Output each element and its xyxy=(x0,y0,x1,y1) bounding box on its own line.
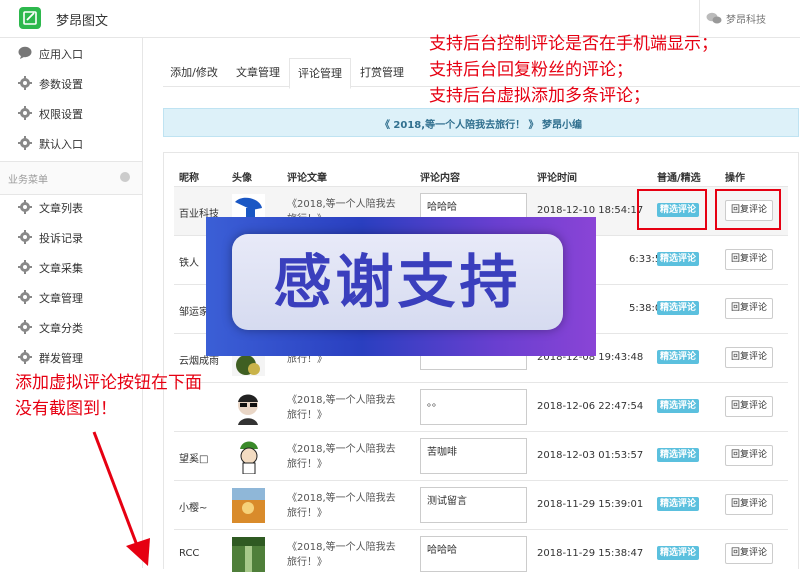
column-header: 评论文章 xyxy=(287,173,327,184)
featured-badge-button[interactable]: 精选评论 xyxy=(657,399,700,413)
annotation-bottom: 添加虚拟评论按钮在下面 没有截图到！ xyxy=(15,370,202,422)
annotation-line: 支持后台回复粉丝的评论； xyxy=(429,60,633,80)
gear-icon xyxy=(18,320,32,334)
featured-badge-button[interactable]: 精选评论 xyxy=(657,546,700,560)
reply-comment-button[interactable]: 回复评论 xyxy=(725,445,773,466)
reply-comment-button[interactable]: 回复评论 xyxy=(725,249,773,270)
sidebar-item-label: 文章采集 xyxy=(39,262,83,275)
highlight-featured-box xyxy=(637,189,707,230)
gear-icon xyxy=(18,350,32,364)
gear-icon xyxy=(18,200,32,214)
annotation-line: 添加虚拟评论按钮在下面 xyxy=(15,373,202,393)
featured-badge-button[interactable]: 精选评论 xyxy=(657,448,700,462)
sidebar-item-label: 文章分类 xyxy=(39,322,83,335)
reply-comment-button[interactable]: 回复评论 xyxy=(725,396,773,417)
table-row: 小樱~ 《2018,等一个人陪我去旅行！》 测试留言 2018-11-29 15… xyxy=(174,480,788,529)
comment-content-text: 测试留言 xyxy=(427,496,467,507)
app-logo-icon xyxy=(19,7,41,29)
comment-article: 《2018,等一个人陪我去旅行！》 xyxy=(287,493,396,519)
reply-comment-button[interactable]: 回复评论 xyxy=(725,543,773,564)
comment-content-text: 哈哈哈 xyxy=(427,202,457,213)
annotation-line: 支持后台控制评论是否在手机端显示； xyxy=(429,34,718,54)
column-header: 普通/精选 xyxy=(657,173,701,184)
comment-content-field[interactable]: 哈哈哈 xyxy=(420,536,527,572)
reply-comment-button[interactable]: 回复评论 xyxy=(725,347,773,368)
comment-article: 《2018,等一个人陪我去旅行！》 xyxy=(287,542,396,568)
thanks-overlay-panel: 感谢支持 xyxy=(232,234,563,330)
avatar xyxy=(232,488,265,523)
nickname: RCC xyxy=(179,548,200,559)
annotation-line: 支持后台虚拟添加多条评论； xyxy=(429,86,650,106)
column-header: 昵称 xyxy=(179,173,199,184)
comment-time: 2018-12-10 18:54:17 xyxy=(537,205,644,216)
sidebar-section-label: 业务菜单 xyxy=(8,175,48,186)
sidebar-item-label: 文章管理 xyxy=(39,292,83,305)
sidebar-item-label: 默认入口 xyxy=(39,138,83,151)
tab-article-manage[interactable]: 文章管理 xyxy=(227,60,289,86)
comment-content-text: 。。 xyxy=(427,398,442,409)
sidebar-item-label: 应用入口 xyxy=(39,48,83,61)
article-banner: 《 2018,等一个人陪我去旅行！ 》 梦昂小编 xyxy=(163,108,799,137)
featured-badge-button[interactable]: 精选评论 xyxy=(657,301,700,315)
sidebar-item-label: 权限设置 xyxy=(39,108,83,121)
tab-comment-manage[interactable]: 评论管理 xyxy=(289,58,351,89)
collapse-toggle-icon[interactable] xyxy=(120,172,130,182)
gear-icon xyxy=(18,290,32,304)
sidebar-item-label: 参数设置 xyxy=(39,78,83,91)
tab-reward-manage[interactable]: 打赏管理 xyxy=(351,60,413,86)
comment-time: 2018-12-06 22:47:54 xyxy=(537,401,644,412)
table-row: RCC 《2018,等一个人陪我去旅行！》 哈哈哈 2018-11-29 15:… xyxy=(174,529,788,578)
sidebar-section-business[interactable]: 业务菜单 xyxy=(0,161,142,195)
comment-content-field[interactable]: 测试留言 xyxy=(420,487,527,523)
banner-text: 《 2018,等一个人陪我去旅行！ 》 梦昂小编 xyxy=(379,120,583,131)
nickname: 邹运家 xyxy=(179,307,209,318)
featured-badge-button[interactable]: 精选评论 xyxy=(657,252,700,266)
thanks-overlay-text: 感谢支持 xyxy=(273,248,522,316)
wechat-icon xyxy=(706,12,722,24)
tab-add-edit[interactable]: 添加/修改 xyxy=(163,60,225,86)
table-row: 望奚□ 《2018,等一个人陪我去旅行！》 苦咖啡 2018-12-03 01:… xyxy=(174,431,788,480)
featured-badge-button[interactable]: 精选评论 xyxy=(657,497,700,511)
highlight-reply-box xyxy=(715,189,781,230)
avatar xyxy=(232,537,265,572)
column-header: 操作 xyxy=(725,173,745,184)
brand-name: 梦昂科技 xyxy=(726,15,766,26)
nickname: 铁人 xyxy=(179,258,199,269)
app-title: 梦昂图文 xyxy=(56,14,109,29)
column-header: 评论内容 xyxy=(420,173,460,184)
reply-comment-button[interactable]: 回复评论 xyxy=(725,298,773,319)
sidebar-item-label: 群发管理 xyxy=(39,352,83,365)
annotation-line: 没有截图到！ xyxy=(15,399,117,419)
column-header: 评论时间 xyxy=(537,173,577,184)
comment-content-text: 苦咖啡 xyxy=(427,447,457,458)
comment-article: 《2018,等一个人陪我去旅行！》 xyxy=(287,444,396,470)
comment-article: 《2018,等一个人陪我去旅行！》 xyxy=(287,395,396,421)
gear-icon xyxy=(18,260,32,274)
reply-comment-button[interactable]: 回复评论 xyxy=(725,494,773,515)
table-row: 《2018,等一个人陪我去旅行！》 。。 2018-12-06 22:47:54… xyxy=(174,382,788,431)
thanks-overlay-image: 感谢支持 xyxy=(206,217,596,356)
avatar xyxy=(232,390,265,425)
comment-time: 2018-11-29 15:39:01 xyxy=(537,499,644,510)
featured-badge-button[interactable]: 精选评论 xyxy=(657,350,700,364)
comment-time: 2018-11-29 15:38:47 xyxy=(537,548,644,559)
annotation-top: 支持后台控制评论是否在手机端显示； 支持后台回复粉丝的评论； 支持后台虚拟添加多… xyxy=(429,31,718,109)
comment-content-field[interactable]: 。。 xyxy=(420,389,527,425)
gear-icon xyxy=(18,136,32,150)
nickname: 小樱~ xyxy=(179,503,208,514)
avatar xyxy=(232,439,265,474)
sidebar-item-label: 文章列表 xyxy=(39,202,83,215)
comment-time: 2018-12-03 01:53:57 xyxy=(537,450,644,461)
chat-icon xyxy=(18,46,32,59)
comment-content-text: 哈哈哈 xyxy=(427,545,457,556)
comment-content-field[interactable]: 苦咖啡 xyxy=(420,438,527,474)
annotation-arrow-icon xyxy=(92,431,150,566)
nickname: 望奚□ xyxy=(179,454,209,465)
gear-icon xyxy=(18,76,32,90)
gear-icon xyxy=(18,106,32,120)
column-header: 头像 xyxy=(232,173,252,184)
sidebar-item-label: 投诉记录 xyxy=(39,232,83,245)
gear-icon xyxy=(18,230,32,244)
